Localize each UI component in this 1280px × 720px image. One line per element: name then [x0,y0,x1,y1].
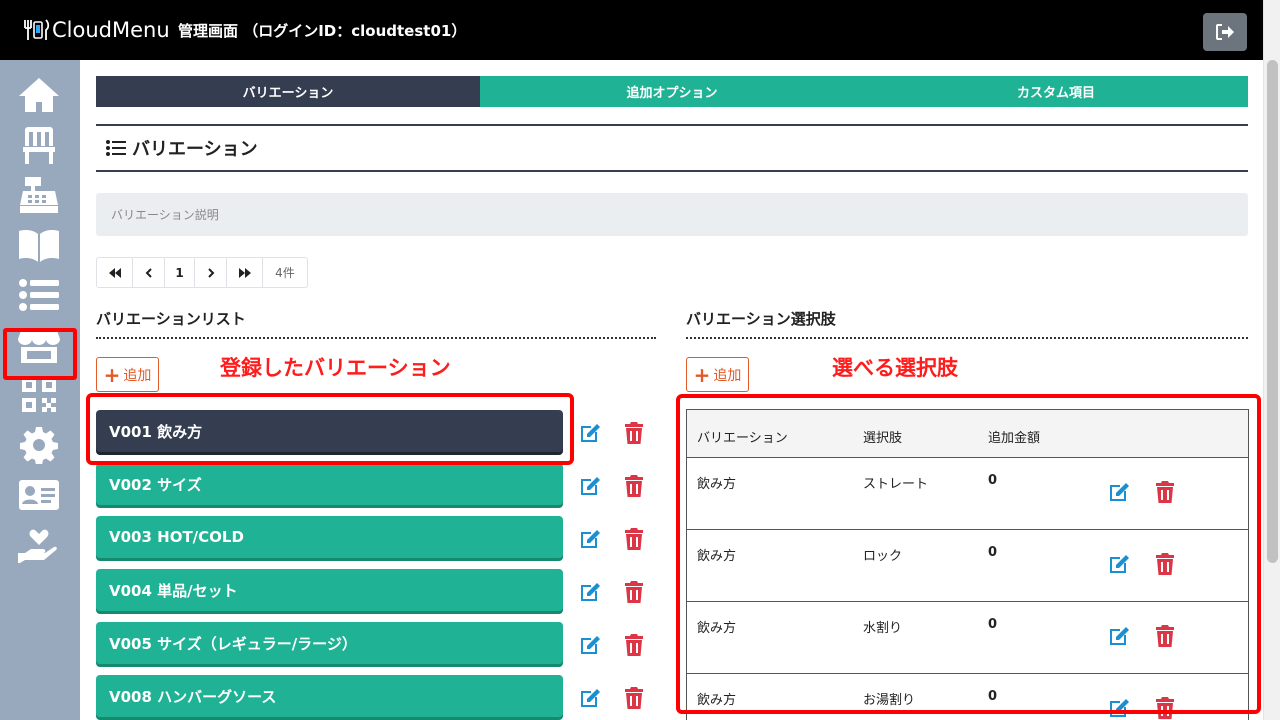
price-cell: 0 [988,689,998,704]
variation-item[interactable]: V008 ハンバーグソース [96,675,563,717]
logout-button[interactable] [1203,13,1247,51]
sidebar-active-highlight [3,328,77,380]
variation-cell: 飲み方 [697,477,737,492]
admin-title: 管理画面 （ログインID：cloudtest01） [178,22,467,40]
option-cell: お湯割り [863,693,916,708]
table-row: 飲み方 ストレート 0 [687,458,1248,530]
gear-icon[interactable] [13,423,65,467]
sidebar [0,60,80,720]
double-right-icon [238,267,251,278]
prev-page-button[interactable] [133,258,165,287]
logo-icon [24,19,50,40]
table-header: バリエーション 選択肢 追加金額 [687,410,1248,458]
edit-icon[interactable] [1106,623,1132,649]
trash-icon[interactable] [621,526,647,552]
variation-item[interactable]: V001 飲み方 [96,410,563,452]
chevron-left-icon [145,267,152,278]
edit-icon[interactable] [1106,479,1132,505]
variation-cell: 飲み方 [697,549,737,564]
trash-icon[interactable] [621,685,647,711]
trash-icon[interactable] [1152,695,1178,720]
variation-cell: 飲み方 [697,621,737,636]
tab-additional-options[interactable]: 追加オプション [480,76,864,107]
cash-register-icon[interactable] [13,173,65,217]
variation-item[interactable]: V004 単品/セット [96,569,563,611]
section-header: バリエーション [96,124,1248,172]
add-option-label: 追加 [713,367,742,384]
column-header: 追加金額 [988,431,1041,446]
book-icon[interactable] [13,223,65,267]
edit-icon[interactable] [577,420,603,446]
hand-heart-icon[interactable] [13,523,65,567]
price-cell: 0 [988,473,998,488]
divider [686,337,1248,339]
trash-icon[interactable] [1152,551,1178,577]
record-count: 4件 [275,266,295,280]
divider [96,337,656,339]
column-header: バリエーション [697,431,788,446]
table-row: 飲み方 水割り 0 [687,602,1248,674]
trash-icon[interactable] [621,473,647,499]
logo[interactable]: CloudMenu [22,16,170,44]
scrollbar-thumb[interactable] [1267,60,1278,563]
edit-icon[interactable] [1106,551,1132,577]
trash-icon[interactable] [1152,479,1178,505]
variation-item[interactable]: V003 HOT/COLD [96,516,563,558]
option-cell: ロック [863,549,903,564]
edit-icon[interactable] [577,526,603,552]
price-cell: 0 [988,545,998,560]
scrollbar[interactable] [1263,0,1280,720]
next-page-button[interactable] [195,258,227,287]
annotation-selectable-options: 選べる選択肢 [832,356,958,380]
chevron-right-icon [207,267,214,278]
trash-icon[interactable] [621,632,647,658]
page-number[interactable]: 1 [165,258,195,287]
list-icon[interactable] [13,273,65,317]
price-cell: 0 [988,617,998,632]
edit-icon[interactable] [577,632,603,658]
option-cell: 水割り [863,621,903,636]
add-variation-label: 追加 [123,367,152,384]
plus-icon: + [103,362,121,387]
table-row: 飲み方 お湯割り 0 [687,674,1248,720]
page-title: バリエーション [132,139,258,160]
annotation-registered-variations: 登録したバリエーション [220,356,451,380]
table-row: 飲み方 ロック 0 [687,530,1248,602]
edit-icon[interactable] [577,685,603,711]
double-left-icon [108,267,121,278]
id-card-icon[interactable] [13,473,65,517]
list-icon [106,140,126,156]
plus-icon: + [693,362,711,387]
variation-options-heading: バリエーション選択肢 [686,310,836,328]
trash-icon[interactable] [621,420,647,446]
option-cell: ストレート [863,477,929,492]
column-header: 選択肢 [863,431,903,446]
tab-custom-fields[interactable]: カスタム項目 [864,76,1248,107]
trash-icon[interactable] [621,579,647,605]
last-page-button[interactable] [227,258,263,287]
trash-icon[interactable] [1152,623,1178,649]
tab-variation[interactable]: バリエーション [96,76,480,107]
first-page-button[interactable] [97,258,133,287]
tab-bar: バリエーション 追加オプション カスタム項目 [96,76,1248,107]
logo-text: CloudMenu [52,18,170,42]
variation-cell: 飲み方 [697,693,737,708]
top-bar: CloudMenu 管理画面 （ログインID：cloudtest01） [0,0,1280,60]
options-table: バリエーション 選択肢 追加金額 飲み方 ストレート 0 飲み方 ロック 0 飲… [686,409,1249,720]
variation-description-field[interactable]: バリエーション説明 [96,193,1248,236]
edit-icon[interactable] [577,579,603,605]
add-variation-button[interactable]: + 追加 [96,357,159,392]
chair-icon[interactable] [13,123,65,167]
add-option-button[interactable]: + 追加 [686,357,749,392]
home-icon[interactable] [13,73,65,117]
variation-list-heading: バリエーションリスト [96,310,246,328]
pagination: 1 4件 [96,257,308,288]
variation-item[interactable]: V002 サイズ [96,463,563,505]
edit-icon[interactable] [577,473,603,499]
sign-out-icon [1216,24,1234,40]
variation-item[interactable]: V005 サイズ（レギュラー/ラージ） [96,622,563,664]
edit-icon[interactable] [1106,695,1132,720]
